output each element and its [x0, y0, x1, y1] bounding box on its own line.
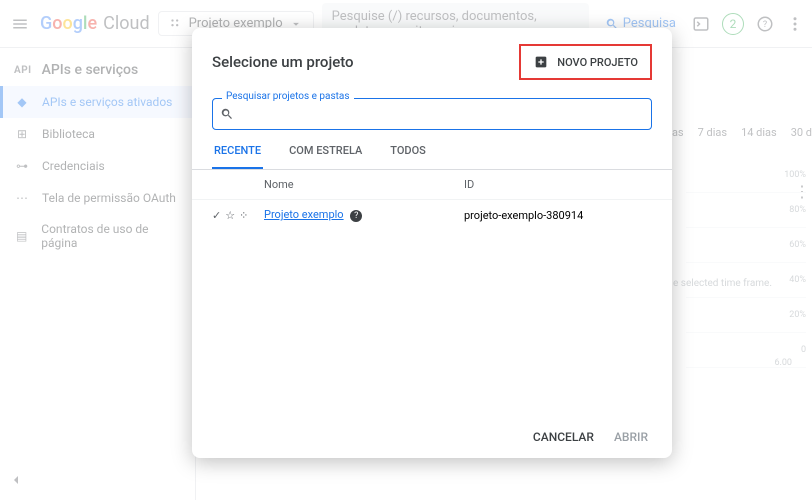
project-id: projeto-exemplo-380914	[464, 209, 652, 222]
search-label: Pesquisar projetos e pastas	[222, 91, 354, 102]
row-icons: ✓ ☆ ⁘	[212, 209, 264, 222]
info-icon[interactable]: ?	[350, 210, 362, 222]
check-icon: ✓	[212, 209, 221, 222]
table-header: Nome ID	[192, 170, 672, 200]
star-icon[interactable]: ☆	[225, 209, 235, 222]
open-button[interactable]: ABRIR	[614, 430, 648, 444]
new-project-highlight: NOVO PROJETO	[519, 44, 652, 80]
tab-starred[interactable]: COM ESTRELA	[287, 144, 364, 169]
add-box-icon	[533, 54, 549, 70]
dialog-title: Selecione um projeto	[212, 53, 354, 71]
search-icon	[220, 106, 234, 125]
new-project-button[interactable]: NOVO PROJETO	[525, 50, 646, 74]
project-name-link[interactable]: Projeto exemplo	[264, 208, 344, 221]
col-name: Nome	[264, 178, 464, 191]
dialog-header: Selecione um projeto NOVO PROJETO	[192, 28, 672, 88]
cancel-button[interactable]: CANCELAR	[533, 430, 594, 444]
project-picker-dialog: Selecione um projeto NOVO PROJETO Pesqui…	[192, 28, 672, 458]
project-search-input[interactable]	[212, 98, 652, 130]
project-search-wrap: Pesquisar projetos e pastas	[212, 98, 652, 130]
tab-recent[interactable]: RECENTE	[212, 144, 263, 169]
dialog-footer: CANCELAR ABRIR	[192, 416, 672, 458]
dialog-tabs: RECENTE COM ESTRELA TODOS	[192, 130, 672, 170]
project-row[interactable]: ✓ ☆ ⁘ Projeto exemplo ? projeto-exemplo-…	[192, 200, 672, 230]
tab-all[interactable]: TODOS	[388, 144, 428, 169]
new-project-label: NOVO PROJETO	[557, 56, 638, 69]
col-id: ID	[464, 178, 652, 191]
project-type-icon: ⁘	[239, 209, 248, 222]
